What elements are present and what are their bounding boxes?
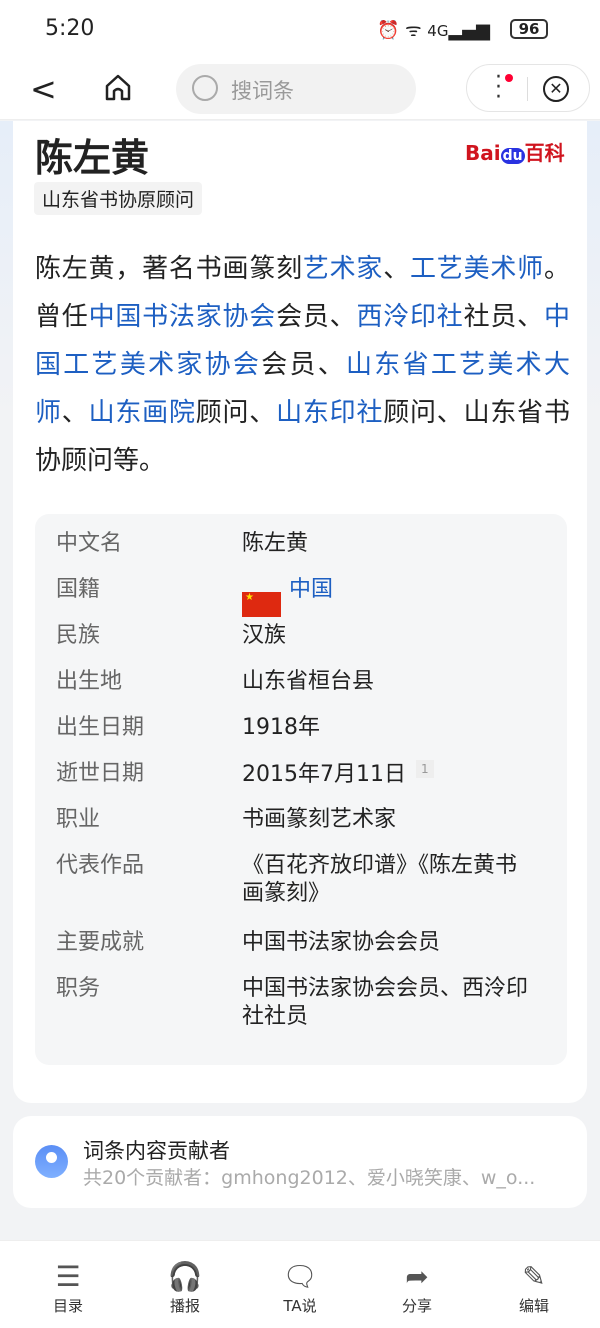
china-flag-icon: ★ bbox=[242, 592, 281, 617]
summary-segment: 、 bbox=[383, 254, 411, 284]
infobox-label: 民族 bbox=[56, 623, 101, 648]
summary-segment: 会员、 bbox=[261, 350, 347, 380]
infobox-value: 中国书法家协会会员、西泠印社社员 bbox=[242, 975, 532, 1031]
contributors-title: 词条内容贡献者 bbox=[83, 1139, 230, 1163]
toolbar-button[interactable]: 🗨 TA说 bbox=[260, 1259, 340, 1316]
infobox-value: 山东省桓台县 bbox=[242, 668, 532, 696]
infobox-label: 逝世日期 bbox=[56, 761, 145, 786]
clock: 5:20 bbox=[45, 16, 95, 41]
infobox-value: 2015年7月11日 1 bbox=[242, 760, 532, 789]
more-icon[interactable]: · · · bbox=[495, 67, 502, 109]
summary-segment: 、 bbox=[61, 398, 89, 428]
infobox-label: 职业 bbox=[56, 807, 101, 832]
summary-link[interactable]: 工艺美术师 bbox=[410, 254, 544, 284]
toolbar-button[interactable]: ➦ 分享 bbox=[377, 1259, 457, 1316]
value-text: 2015年7月11日 bbox=[242, 762, 406, 787]
edit-icon: ✎ bbox=[522, 1260, 546, 1293]
infobox-label: 代表作品 bbox=[56, 853, 145, 878]
contributors-card[interactable]: 词条内容贡献者 共20个贡献者：gmhong2012、爱小晓笑康、w_o... bbox=[13, 1116, 587, 1208]
summary-link[interactable]: 西泠印社 bbox=[356, 302, 463, 332]
summary-segment: 顾问、 bbox=[195, 398, 277, 428]
value-text: 中国书法家协会会员 bbox=[242, 930, 441, 955]
notification-dot bbox=[505, 74, 513, 82]
infobox-value: 1918年 bbox=[242, 714, 532, 742]
infobox-label: 中文名 bbox=[56, 531, 123, 556]
page-title: 陈左黄 bbox=[35, 136, 150, 180]
summary-link[interactable]: 山东印社 bbox=[276, 398, 383, 428]
search-placeholder: 搜词条 bbox=[231, 79, 294, 103]
toolbar-label: 分享 bbox=[401, 1297, 432, 1315]
nationality-link[interactable]: 中国 bbox=[289, 577, 333, 602]
toolbar-label: 播报 bbox=[169, 1297, 200, 1315]
toolbar-button[interactable]: ✎ 编辑 bbox=[494, 1259, 574, 1316]
value-text: 中国书法家协会会员、西泠印社社员 bbox=[242, 976, 529, 1029]
back-button[interactable]: < bbox=[30, 70, 57, 108]
summary-link[interactable]: 艺术家 bbox=[303, 254, 383, 284]
infobox-label: 职务 bbox=[56, 976, 101, 1001]
user-icon bbox=[35, 1145, 68, 1178]
infobox-value: 《百花齐放印谱》《陈左黄书画篆刻》 bbox=[242, 852, 532, 908]
headphones-icon: 🎧 bbox=[167, 1260, 203, 1293]
search-icon bbox=[192, 75, 218, 101]
comment-icon: 🗨 bbox=[282, 1260, 318, 1293]
toolbar-label: 目录 bbox=[52, 1297, 83, 1315]
infobox-value: 书画篆刻艺术家 bbox=[242, 806, 532, 834]
infobox-value: 中国书法家协会会员 bbox=[242, 929, 532, 957]
infobox-value: 汉族 bbox=[242, 622, 532, 650]
toolbar-button[interactable]: 🎧 播报 bbox=[145, 1259, 225, 1316]
value-text: 书画篆刻艺术家 bbox=[242, 807, 397, 832]
close-icon[interactable]: ✕ bbox=[543, 76, 569, 102]
network-type: 4G bbox=[427, 22, 449, 40]
bottom-toolbar: ☰ 目录 🎧 播报 🗨 TA说 ➦ 分享 ✎ 编辑 bbox=[0, 1240, 600, 1328]
infobox-label: 主要成就 bbox=[56, 930, 145, 955]
summary-link[interactable]: 中国书法家协会 bbox=[89, 302, 277, 332]
infobox-value[interactable]: ★ 中国 bbox=[242, 576, 532, 617]
infobox-label: 国籍 bbox=[56, 577, 101, 602]
infobox: 中文名 陈左黄国籍 ★ 中国民族 汉族出生地 山东省桓台县出生日期 1918年逝世日期 201… bbox=[35, 514, 567, 1065]
list-icon: ☰ bbox=[55, 1260, 81, 1293]
subtitle-tag: 山东省书协原顾问 bbox=[34, 182, 203, 215]
summary-segment: 会员、 bbox=[276, 302, 357, 332]
value-text: 1918年 bbox=[242, 715, 320, 740]
value-text: 陈左黄 bbox=[242, 531, 309, 556]
nav-bar: < 搜词条 · · · ✕ bbox=[0, 60, 600, 120]
toolbar-label: 编辑 bbox=[518, 1297, 549, 1315]
value-text: 汉族 bbox=[242, 623, 287, 648]
status-bar: 5:20 ⏰ ᯤ 4G▂▄▆ 96 bbox=[0, 0, 600, 60]
reference-badge[interactable]: 1 bbox=[415, 760, 434, 778]
battery-icon: 96 bbox=[510, 19, 548, 39]
summary-text: 陈左黄，著名书画篆刻艺术家、工艺美术师。曾任中国书法家协会会员、西泠印社社员、中… bbox=[35, 245, 570, 485]
infobox-label: 出生地 bbox=[56, 669, 123, 694]
baidu-baike-logo: Bai du 百科 bbox=[465, 141, 565, 165]
toolbar-button[interactable]: ☰ 目录 bbox=[28, 1259, 108, 1316]
summary-segment: 陈左黄，著名书画篆刻 bbox=[35, 254, 303, 284]
summary-segment: 社员、 bbox=[463, 302, 544, 332]
home-icon[interactable] bbox=[103, 72, 133, 102]
infobox-value: 陈左黄 bbox=[242, 530, 532, 558]
mini-program-capsule: · · · ✕ bbox=[466, 64, 590, 112]
article-card: 陈左黄 Bai du 百科 山东省书协原顾问 陈左黄，著名书画篆刻艺术家、工艺美术师… bbox=[13, 121, 587, 1103]
status-icons: ⏰ ᯤ 4G▂▄▆ bbox=[377, 20, 490, 41]
search-input[interactable]: 搜词条 bbox=[176, 64, 416, 114]
divider bbox=[527, 77, 528, 101]
toolbar-label: TA说 bbox=[283, 1297, 317, 1315]
share-icon: ➦ bbox=[405, 1260, 429, 1293]
infobox-label: 出生日期 bbox=[56, 715, 145, 740]
contributors-summary: 共20个贡献者：gmhong2012、爱小晓笑康、w_o... bbox=[83, 1167, 536, 1189]
value-text: 山东省桓台县 bbox=[242, 669, 375, 694]
summary-link[interactable]: 山东画院 bbox=[89, 398, 196, 428]
value-text: 《百花齐放印谱》《陈左黄书画篆刻》 bbox=[242, 853, 518, 906]
